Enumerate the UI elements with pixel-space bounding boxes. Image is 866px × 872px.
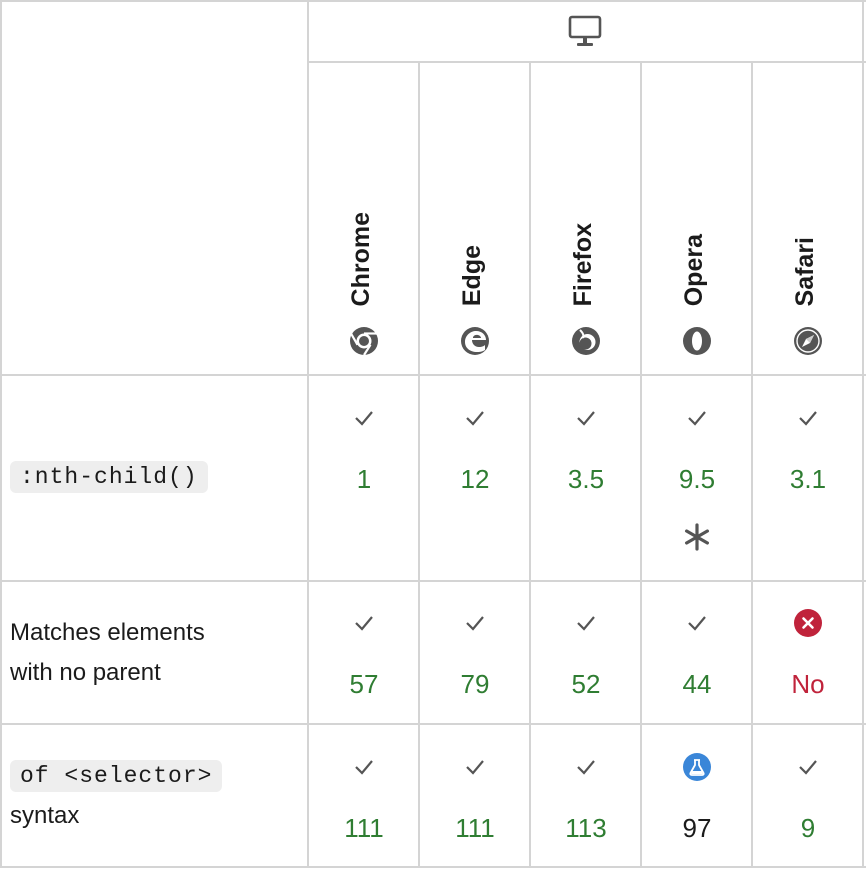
version-number: 79 — [460, 669, 490, 699]
asterisk-icon — [685, 523, 709, 551]
version-number: 113 — [565, 813, 607, 843]
support-cell-safari[interactable]: No — [753, 608, 863, 699]
version-number: 3.5 — [567, 464, 605, 494]
support-cell-chrome[interactable]: 57 — [309, 611, 419, 699]
feature-label-of-selector[interactable]: of <selector> syntax — [10, 755, 223, 836]
support-cell-chrome[interactable]: 111 — [309, 755, 419, 843]
check-icon — [355, 616, 373, 631]
support-cell-firefox[interactable]: 52 — [531, 611, 641, 699]
opera-icon — [683, 327, 711, 355]
support-cell-edge[interactable]: 12 — [420, 406, 530, 494]
version-number: 9.5 — [678, 464, 716, 494]
no-support-icon — [794, 609, 822, 637]
support-cell-opera[interactable]: 97 — [642, 752, 752, 843]
feature-label-nth-child[interactable]: :nth-child() — [10, 456, 208, 497]
browser-column-edge[interactable]: Edge — [420, 62, 530, 374]
version-number: 9 — [800, 813, 816, 843]
check-icon — [355, 760, 373, 775]
feature-text: syntax — [10, 802, 80, 829]
check-icon — [466, 411, 484, 426]
check-icon — [688, 411, 706, 426]
version-number: 44 — [682, 669, 712, 699]
table-border-left — [0, 0, 2, 868]
browser-name-edge: Edge — [458, 244, 486, 306]
browser-column-safari[interactable]: Safari — [753, 62, 863, 374]
support-cell-edge[interactable]: 79 — [420, 611, 530, 699]
support-cell-safari[interactable]: 3.1 — [753, 406, 863, 494]
version-number: 1 — [356, 464, 372, 494]
check-icon — [577, 760, 595, 775]
version-number: No — [791, 669, 825, 699]
browser-name-chrome: Chrome — [347, 211, 375, 306]
version-number: 111 — [344, 813, 384, 843]
browser-name-safari: Safari — [791, 236, 819, 306]
edge-icon — [461, 327, 489, 355]
safari-icon — [794, 327, 822, 355]
browser-name-opera: Opera — [680, 233, 708, 306]
support-cell-edge[interactable]: 111 — [420, 755, 530, 843]
support-cell-opera[interactable]: 9.5 — [642, 406, 752, 552]
version-number: 111 — [455, 813, 495, 843]
chrome-icon — [350, 327, 378, 356]
browser-column-opera[interactable]: Opera — [642, 62, 752, 374]
support-cell-chrome[interactable]: 1 — [309, 406, 419, 494]
firefox-icon — [572, 327, 600, 355]
feature-code: of <selector> — [10, 760, 223, 792]
version-number: 3.1 — [789, 464, 827, 494]
support-cell-firefox[interactable]: 113 — [531, 755, 641, 843]
table-border-top — [0, 0, 866, 2]
feature-text-line1: Matches elements — [10, 619, 205, 646]
row-divider — [0, 723, 866, 725]
browser-name-firefox: Firefox — [569, 222, 597, 306]
feature-text-line2: with no parent — [10, 659, 161, 686]
row-divider — [0, 374, 866, 376]
support-cell-opera[interactable]: 44 — [642, 611, 752, 699]
version-number: 97 — [682, 813, 712, 843]
row-divider — [0, 580, 866, 582]
check-icon — [799, 760, 817, 775]
table-border-bottom — [0, 866, 866, 868]
support-cell-safari[interactable]: 9 — [753, 755, 863, 843]
check-icon — [688, 616, 706, 631]
check-icon — [355, 411, 373, 426]
browser-column-chrome[interactable]: Chrome — [309, 62, 419, 374]
check-icon — [577, 616, 595, 631]
feature-label-no-parent[interactable]: Matches elements with no parent — [10, 613, 205, 693]
check-icon — [466, 760, 484, 775]
support-cell-firefox[interactable]: 3.5 — [531, 406, 641, 494]
feature-code: :nth-child() — [10, 461, 208, 493]
version-number: 12 — [460, 464, 490, 494]
check-icon — [577, 411, 595, 426]
desktop-icon — [568, 15, 602, 46]
check-icon — [466, 616, 484, 631]
experimental-flask-icon — [683, 753, 711, 781]
version-number: 57 — [349, 669, 379, 699]
version-number: 52 — [571, 669, 601, 699]
browser-column-firefox[interactable]: Firefox — [531, 62, 641, 374]
check-icon — [799, 411, 817, 426]
